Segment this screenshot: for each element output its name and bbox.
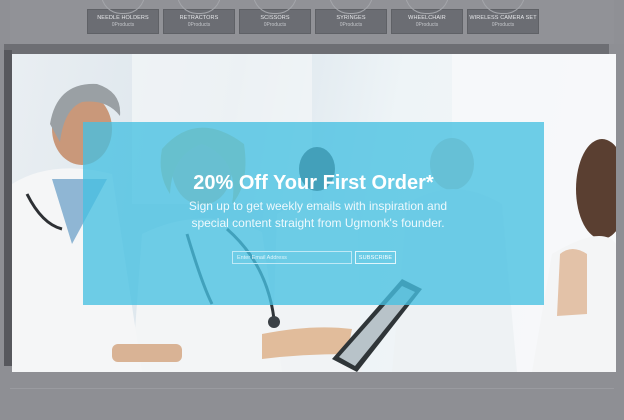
subscribe-button[interactable]: SUBSCRIBE xyxy=(355,251,396,264)
category-list: NEEDLE HOLDERS 0Products RETRACTORS 0Pro… xyxy=(87,0,539,34)
category-name: RETRACTORS xyxy=(179,15,219,21)
category-item[interactable]: NEEDLE HOLDERS 0Products xyxy=(87,0,159,34)
category-item[interactable]: SYRINGES 0Products xyxy=(315,0,387,34)
modal-shadow xyxy=(4,50,12,366)
footer-strip xyxy=(0,372,624,420)
category-name: WHEELCHAIR xyxy=(408,15,446,21)
promo-subtitle: Sign up to get weekly emails with inspir… xyxy=(188,199,448,230)
category-count: 0Products xyxy=(415,22,439,28)
category-image xyxy=(253,0,297,14)
category-item[interactable]: WIRELESS CAMERA SET 0Products xyxy=(467,0,539,34)
category-count: 0Products xyxy=(263,22,287,28)
newsletter-popup: 20% Off Your First Order* Sign up to get… xyxy=(83,122,544,305)
divider xyxy=(10,388,614,389)
category-name: SCISSORS xyxy=(260,15,290,21)
category-image xyxy=(405,0,449,14)
category-count: 0Products xyxy=(491,22,515,28)
category-item[interactable]: SCISSORS 0Products xyxy=(239,0,311,34)
category-name: NEEDLE HOLDERS xyxy=(97,15,149,21)
category-count: 0Products xyxy=(339,22,363,28)
email-input[interactable] xyxy=(232,251,352,264)
category-item[interactable]: WHEELCHAIR 0Products xyxy=(391,0,463,34)
category-image xyxy=(481,0,525,14)
category-count: 0Products xyxy=(111,22,135,28)
category-image xyxy=(101,0,145,14)
category-item[interactable]: RETRACTORS 0Products xyxy=(163,0,235,34)
category-image xyxy=(177,0,221,14)
category-name: SYRINGES xyxy=(336,15,366,21)
promo-title: 20% Off Your First Order* xyxy=(193,172,434,194)
category-name: WIRELESS CAMERA SET xyxy=(469,15,537,21)
category-count: 0Products xyxy=(187,22,211,28)
category-image xyxy=(329,0,373,14)
